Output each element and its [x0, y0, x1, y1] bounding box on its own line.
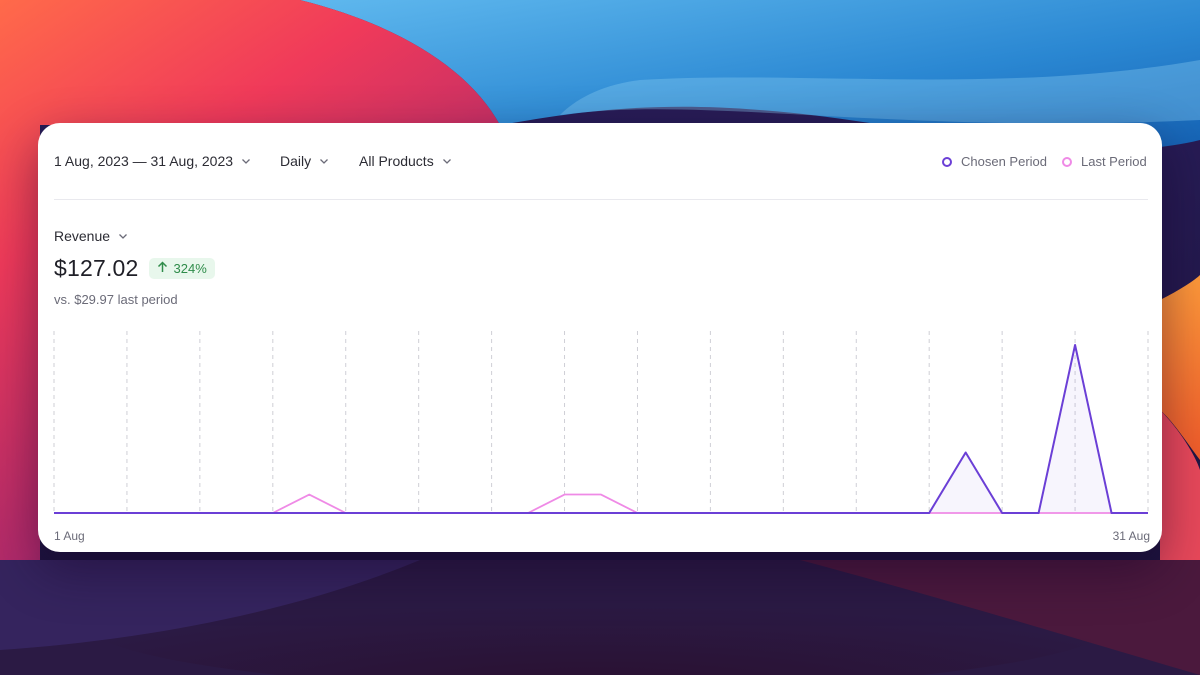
comparison-text: vs. $29.97 last period — [54, 292, 178, 307]
toolbar: 1 Aug, 2023 — 31 Aug, 2023 Daily All Pro… — [54, 123, 1148, 200]
last-period-point — [854, 511, 858, 515]
last-period-point — [599, 493, 603, 497]
last-period-point — [271, 511, 275, 515]
chosen-period-point — [307, 511, 311, 515]
last-period-point — [1073, 511, 1077, 515]
chevron-down-icon — [241, 156, 251, 166]
last-period-point — [490, 511, 494, 515]
last-period-point — [563, 493, 567, 497]
interval-label: Daily — [280, 153, 312, 169]
analytics-card: 1 Aug, 2023 — 31 Aug, 2023 Daily All Pro… — [38, 123, 1162, 552]
metric-name: Revenue — [54, 228, 111, 244]
last-period-point — [125, 511, 129, 515]
last-period-point — [708, 511, 712, 515]
last-period-point — [417, 511, 421, 515]
product-filter-label: All Products — [359, 153, 434, 169]
last-period-point — [88, 511, 92, 515]
product-filter-dropdown[interactable]: All Products — [359, 153, 452, 169]
last-period-point — [307, 493, 311, 497]
chosen-period-point — [599, 511, 603, 515]
change-badge: 324% — [148, 258, 215, 279]
chevron-down-icon — [319, 156, 329, 166]
last-period-point — [344, 511, 348, 515]
last-period-point — [927, 511, 931, 515]
legend-last-period: Last Period — [1062, 154, 1147, 169]
date-range-dropdown[interactable]: 1 Aug, 2023 — 31 Aug, 2023 — [54, 153, 251, 169]
last-period-point — [52, 511, 56, 515]
last-period-point — [818, 511, 822, 515]
chevron-down-icon — [442, 156, 452, 166]
last-period-point — [526, 511, 530, 515]
metric-value-row: $127.02 324% — [54, 255, 215, 282]
date-range-label: 1 Aug, 2023 — 31 Aug, 2023 — [54, 153, 234, 169]
metric-value: $127.02 — [54, 255, 139, 281]
last-period-point — [198, 511, 202, 515]
last-period-point — [1037, 511, 1041, 515]
interval-dropdown[interactable]: Daily — [280, 153, 329, 169]
last-period-point — [1146, 511, 1150, 515]
change-percent: 324% — [173, 261, 207, 276]
chosen-period-point — [563, 511, 567, 515]
last-period-point — [745, 511, 749, 515]
last-period-point — [453, 511, 457, 515]
last-period-point — [635, 511, 639, 515]
last-period-point — [1000, 511, 1004, 515]
last-period-point — [891, 511, 895, 515]
last-period-point — [161, 511, 165, 515]
legend-chosen-period: Chosen Period — [942, 154, 1047, 169]
chosen-period-area — [54, 345, 1148, 513]
x-axis-end-label: 31 Aug — [1112, 529, 1150, 543]
legend-last-label: Last Period — [1081, 154, 1147, 169]
x-axis-start-label: 1 Aug — [54, 529, 85, 543]
chosen-period-marker-icon — [942, 156, 952, 167]
chosen-period-point — [964, 451, 968, 455]
last-period-marker-icon — [1062, 156, 1072, 167]
chosen-period-point — [1073, 343, 1077, 347]
last-period-point — [781, 511, 785, 515]
last-period-point — [1110, 511, 1114, 515]
revenue-chart — [52, 331, 1150, 515]
metric-dropdown[interactable]: Revenue — [54, 228, 128, 244]
last-period-point — [234, 511, 238, 515]
last-period-point — [964, 511, 968, 515]
legend-chosen-label: Chosen Period — [961, 154, 1047, 169]
last-period-point — [380, 511, 384, 515]
chevron-down-icon — [118, 231, 128, 241]
arrow-up-icon — [157, 261, 168, 276]
last-period-point — [672, 511, 676, 515]
